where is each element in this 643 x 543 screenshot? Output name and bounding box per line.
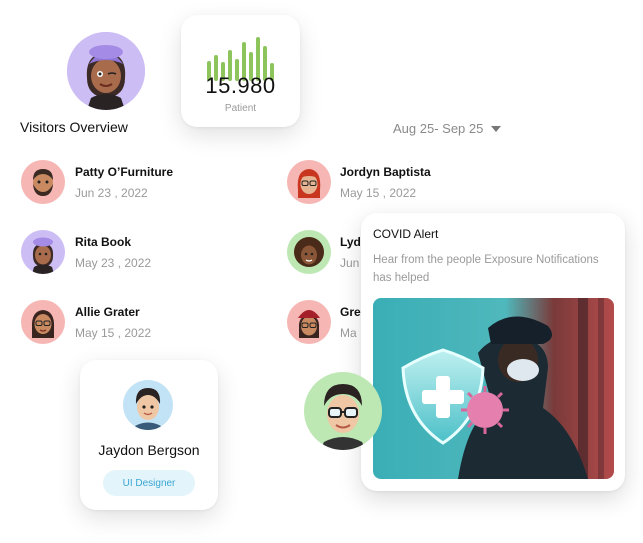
- visitor-name[interactable]: Gre: [340, 305, 361, 319]
- visitor-avatar: [21, 160, 65, 204]
- visitor-date: Jun 23 , 2022: [75, 186, 148, 200]
- role-badge: UI Designer: [103, 470, 195, 496]
- visitor-avatar: [21, 300, 65, 344]
- profile-avatar: [123, 380, 173, 430]
- visitor-date: May 23 , 2022: [75, 256, 152, 270]
- visitors-overview-title: Visitors Overview: [20, 119, 128, 135]
- memoji-boy-icon: [123, 380, 173, 430]
- memoji-woman-red-beanie-icon: [287, 300, 331, 344]
- visitor-date: May 15 , 2022: [340, 186, 417, 200]
- memoji-woman-glasses-icon: [21, 300, 65, 344]
- patient-stat-card: 15.980 Patient: [181, 15, 300, 127]
- memoji-redhead-woman-icon: [287, 160, 331, 204]
- memoji-man-glasses-icon: [304, 372, 382, 450]
- chevron-down-icon: [491, 125, 502, 132]
- profile-name: Jaydon Bergson: [98, 442, 200, 458]
- visitor-name[interactable]: Allie Grater: [75, 305, 140, 319]
- floating-avatar-bottom: [304, 372, 382, 450]
- date-range-dropdown[interactable]: Aug 25- Sep 25: [393, 121, 502, 136]
- memoji-curly-woman-icon: [287, 230, 331, 274]
- memoji-woman-winking-purple-hat-icon: [67, 32, 145, 110]
- visitor-date: Jun: [340, 256, 360, 270]
- memoji-bearded-man-icon: [21, 160, 65, 204]
- masked-man-shield-virus-illustration: [373, 298, 614, 479]
- visitor-avatar: [287, 230, 331, 274]
- visitor-name[interactable]: Patty O’Furniture: [75, 165, 173, 179]
- profile-card[interactable]: Jaydon Bergson UI Designer: [80, 360, 218, 510]
- visitor-date: Ma: [340, 326, 357, 340]
- visitor-name[interactable]: Rita Book: [75, 235, 131, 249]
- date-range-label: Aug 25- Sep 25: [393, 121, 484, 136]
- covid-alert-image[interactable]: [373, 298, 614, 479]
- covid-alert-card[interactable]: COVID Alert Hear from the people Exposur…: [361, 213, 625, 491]
- visitor-avatar: [287, 160, 331, 204]
- visitor-avatar: [21, 230, 65, 274]
- patient-count: 15.980: [205, 73, 276, 98]
- covid-alert-body: Hear from the people Exposure Notificati…: [373, 254, 599, 284]
- visitor-avatar: [287, 300, 331, 344]
- visitor-date: May 15 , 2022: [75, 326, 152, 340]
- patient-label: Patient: [224, 103, 257, 114]
- covid-alert-title: COVID Alert: [373, 227, 439, 241]
- visitor-name[interactable]: Jordyn Baptista: [340, 165, 431, 179]
- memoji-woman-purple-hat-icon: [21, 230, 65, 274]
- visitor-name[interactable]: Lyd: [340, 235, 361, 249]
- floating-avatar-top: [67, 32, 145, 110]
